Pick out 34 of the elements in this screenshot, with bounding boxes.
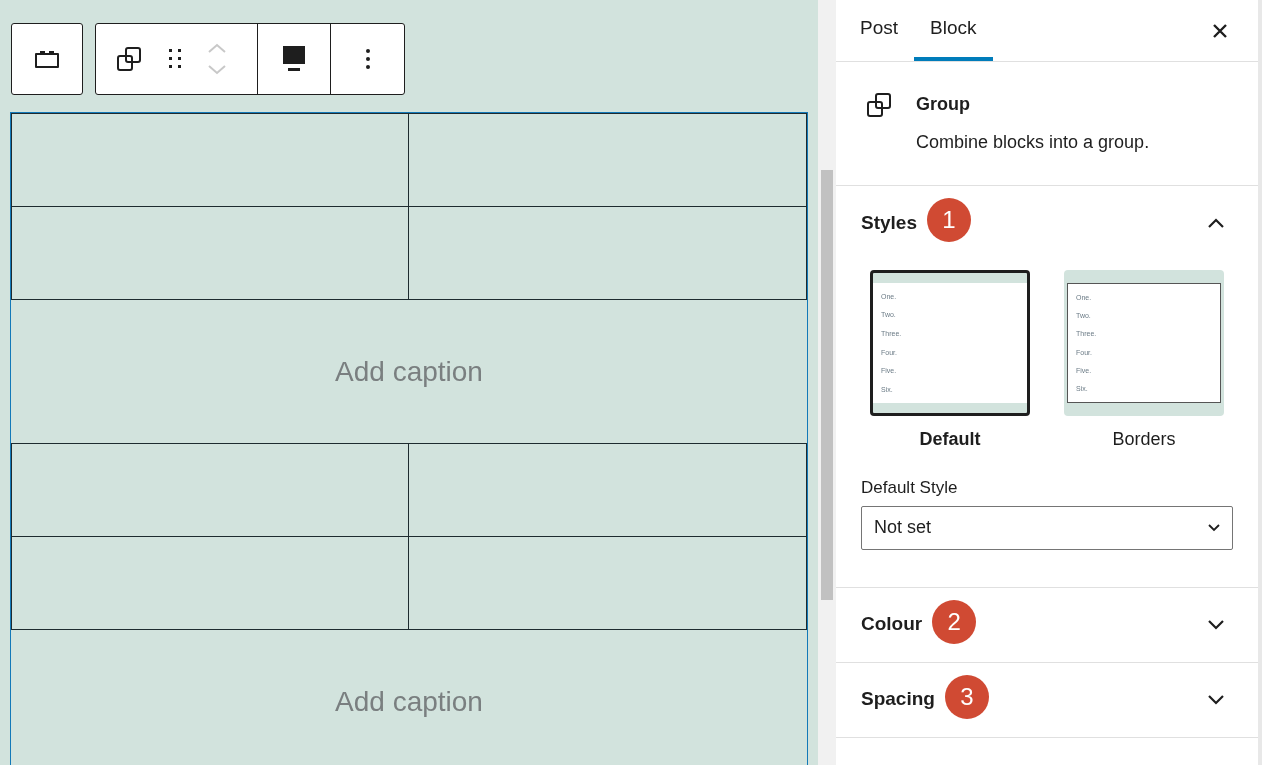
drag-handle-icon[interactable] bbox=[168, 48, 182, 70]
tab[interactable]: Post bbox=[844, 0, 915, 61]
scrollbar-thumb[interactable] bbox=[821, 170, 833, 600]
table-cell[interactable] bbox=[408, 443, 807, 537]
expand-chevron-icon[interactable] bbox=[1208, 619, 1224, 630]
panel-title[interactable]: Colour bbox=[861, 610, 923, 639]
align-icon[interactable] bbox=[283, 46, 305, 72]
collapse-chevron-icon[interactable] bbox=[1208, 218, 1224, 228]
group-icon[interactable] bbox=[116, 46, 142, 72]
block-title: Group bbox=[916, 93, 971, 116]
panel-title[interactable]: Spacing bbox=[861, 685, 935, 714]
style-select[interactable]: Not set bbox=[861, 505, 1233, 550]
expand-chevron-icon[interactable] bbox=[1208, 694, 1224, 705]
table-cell[interactable] bbox=[11, 113, 409, 207]
table-cell[interactable] bbox=[11, 443, 409, 537]
field-label: Default Style bbox=[861, 477, 959, 499]
table-cell[interactable] bbox=[11, 536, 409, 630]
panel-title[interactable]: Styles bbox=[861, 208, 917, 238]
step-badge: 2 bbox=[932, 599, 977, 644]
table-cell[interactable] bbox=[408, 536, 807, 630]
table-cell[interactable] bbox=[408, 113, 807, 207]
step-badge: 3 bbox=[944, 674, 989, 719]
block-description: Combine blocks into a group. bbox=[916, 131, 1150, 154]
step-badge: 1 bbox=[927, 198, 971, 242]
table-cell[interactable] bbox=[408, 206, 807, 300]
tab[interactable]: Block bbox=[914, 0, 993, 61]
table-cell[interactable] bbox=[11, 206, 409, 300]
style-label: Borders bbox=[1112, 428, 1176, 451]
parent-select-button[interactable] bbox=[11, 23, 83, 95]
close-icon bbox=[1212, 22, 1228, 39]
style-label: Default bbox=[919, 428, 981, 451]
more-options-icon[interactable] bbox=[364, 48, 371, 70]
chevron-down-icon bbox=[1208, 523, 1220, 532]
group-icon bbox=[866, 92, 892, 118]
